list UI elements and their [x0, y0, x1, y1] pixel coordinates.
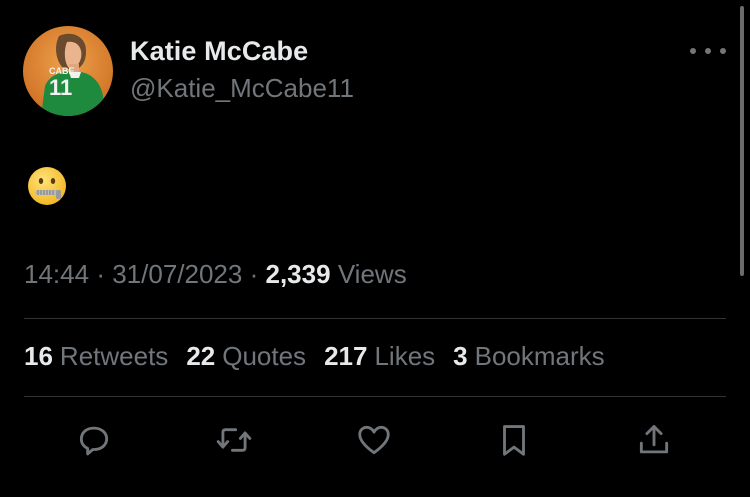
- meta-separator: ·: [249, 259, 259, 289]
- action-bar: [0, 418, 750, 462]
- divider: [24, 318, 726, 319]
- more-dot: [690, 48, 696, 54]
- quotes-stat[interactable]: 22 Quotes: [186, 341, 306, 372]
- more-options-icon[interactable]: [690, 40, 726, 62]
- more-dot: [705, 48, 711, 54]
- stat-label: Quotes: [222, 341, 307, 371]
- avatar-jersey-number: 11: [49, 75, 73, 100]
- stat-count: 217: [324, 341, 368, 371]
- more-dot: [720, 48, 726, 54]
- stat-label: Likes: [374, 341, 436, 371]
- views-label: Views: [337, 259, 407, 289]
- display-name[interactable]: Katie McCabe: [130, 36, 308, 67]
- user-handle[interactable]: @Katie_McCabe11: [130, 73, 354, 104]
- engagement-stats: 16 Retweets 22 Quotes 217 Likes 3 Bookmarks: [24, 341, 605, 372]
- retweets-stat[interactable]: 16 Retweets: [24, 341, 168, 372]
- like-icon[interactable]: [352, 418, 396, 462]
- stat-label: Retweets: [59, 341, 169, 371]
- tweet-meta: 14:44 · 31/07/2023 · 2,339 Views: [24, 259, 407, 290]
- meta-separator: ·: [96, 259, 105, 289]
- bookmark-icon[interactable]: [492, 418, 536, 462]
- stat-count: 22: [186, 341, 216, 371]
- reply-icon[interactable]: [72, 418, 116, 462]
- scrollbar[interactable]: [740, 6, 744, 276]
- divider: [24, 396, 726, 397]
- stat-label: Bookmarks: [474, 341, 605, 371]
- stat-count: 16: [24, 341, 53, 371]
- zipper-mouth-face-icon: [26, 165, 68, 207]
- tweet-time[interactable]: 14:44: [24, 259, 89, 289]
- views-count: 2,339: [265, 259, 331, 289]
- bookmarks-stat[interactable]: 3 Bookmarks: [453, 341, 605, 372]
- stat-count: 3: [453, 341, 468, 371]
- tweet-date[interactable]: 31/07/2023: [112, 259, 242, 289]
- likes-stat[interactable]: 217 Likes: [324, 341, 435, 372]
- retweet-icon[interactable]: [212, 418, 256, 462]
- avatar[interactable]: CABE 11: [23, 26, 113, 116]
- share-icon[interactable]: [632, 418, 676, 462]
